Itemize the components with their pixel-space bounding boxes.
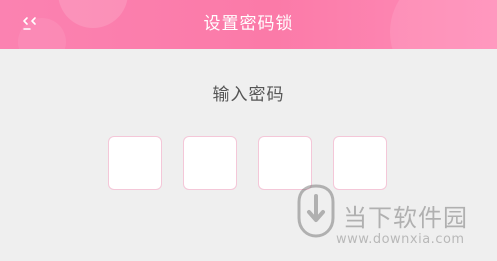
watermark-name: 当下软件园 — [343, 204, 468, 232]
watermark-url: www.downxia.com — [336, 232, 465, 247]
top-navigation-bar: 设置密码锁 — [0, 0, 497, 49]
page-title: 设置密码锁 — [203, 14, 294, 34]
password-entry-panel: 输入密码 当下软件园 www.downxia.com — [0, 49, 497, 261]
pin-digit-2[interactable] — [183, 136, 237, 190]
password-lock-screen: 设置密码锁 输入密码 当下软件园 www.downxia.com — [0, 0, 497, 261]
pin-digit-1[interactable] — [108, 136, 162, 190]
site-watermark: 当下软件园 www.downxia.com — [288, 182, 493, 258]
password-prompt: 输入密码 — [212, 85, 285, 105]
download-shield-logo — [297, 184, 335, 238]
